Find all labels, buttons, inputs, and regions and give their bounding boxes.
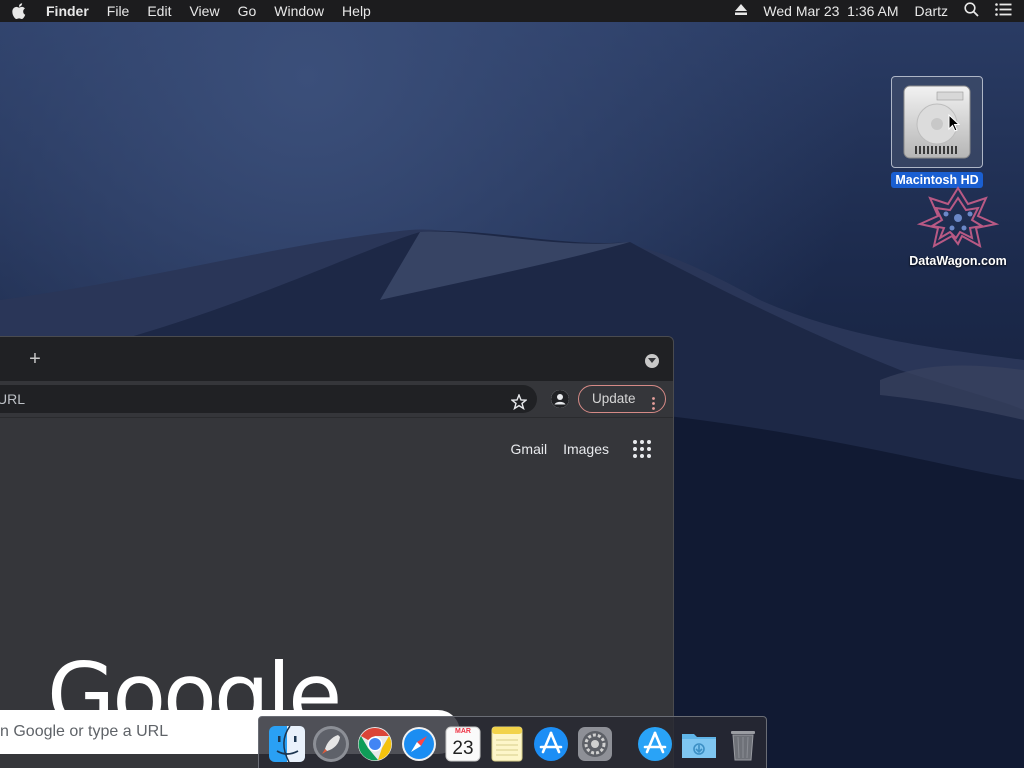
- google-apps-grid-icon[interactable]: [633, 440, 651, 458]
- system-preferences-icon[interactable]: [576, 725, 614, 763]
- chrome-icon[interactable]: [356, 725, 394, 763]
- menu-window[interactable]: Window: [274, 0, 324, 22]
- menubar-user[interactable]: Dartz: [915, 3, 948, 19]
- safari-icon[interactable]: [400, 725, 438, 763]
- notification-center-icon[interactable]: [995, 3, 1012, 19]
- bookmark-star-icon[interactable]: [510, 391, 528, 411]
- menu-edit[interactable]: Edit: [147, 0, 171, 22]
- notes-icon[interactable]: [488, 725, 526, 763]
- calendar-icon[interactable]: MAR 23: [444, 725, 482, 763]
- desktop-icon-label: DataWagon.com: [909, 254, 1007, 268]
- menu-bar: Finder File Edit View Go Window Help Wed…: [0, 0, 1024, 22]
- menu-go[interactable]: Go: [238, 0, 257, 22]
- menu-help[interactable]: Help: [342, 0, 371, 22]
- desktop-icon-macintosh-hd[interactable]: Macintosh HD: [886, 76, 988, 188]
- browser-toolbar: URL Update: [0, 381, 673, 417]
- eject-icon[interactable]: [735, 4, 748, 18]
- mouse-pointer-icon: [948, 113, 961, 137]
- menu-view[interactable]: View: [189, 0, 219, 22]
- spotlight-search-icon[interactable]: [964, 2, 979, 20]
- more-vert-icon: [652, 393, 655, 410]
- search-placeholder: n Google or type a URL: [0, 723, 169, 740]
- new-tab-plus-icon[interactable]: +: [25, 349, 45, 369]
- tab-strip: +: [0, 337, 673, 381]
- address-bar[interactable]: URL: [0, 385, 537, 413]
- calendar-day: 23: [452, 738, 474, 759]
- profile-avatar-icon[interactable]: [551, 390, 569, 408]
- calendar-month: MAR: [455, 728, 471, 735]
- dock: MAR 23: [258, 716, 767, 768]
- apple-menu-icon[interactable]: [12, 2, 28, 20]
- desktop-icon-datawagon[interactable]: DataWagon.com: [895, 184, 1021, 268]
- tab-search-chevron-down-icon[interactable]: [645, 354, 659, 368]
- update-label: Update: [592, 391, 636, 406]
- chrome-window: + URL Update Gmail Images G: [0, 336, 674, 768]
- menu-file[interactable]: File: [107, 0, 130, 22]
- trash-icon[interactable]: [724, 725, 762, 763]
- ntp-top-links: Gmail Images: [495, 440, 651, 458]
- chrome-update-button[interactable]: Update: [578, 385, 666, 413]
- app-store-download-icon[interactable]: [636, 725, 674, 763]
- app-store-icon[interactable]: [532, 725, 570, 763]
- downloads-folder-icon[interactable]: [680, 725, 718, 763]
- datawagon-logo-icon: [895, 184, 1021, 248]
- gmail-link[interactable]: Gmail: [511, 441, 548, 457]
- finder-icon[interactable]: [268, 725, 306, 763]
- hard-drive-icon: [891, 76, 983, 168]
- launchpad-icon[interactable]: [312, 725, 350, 763]
- menubar-clock[interactable]: Wed Mar 23 1:36 AM: [763, 3, 898, 19]
- images-link[interactable]: Images: [563, 441, 609, 457]
- menu-app-name[interactable]: Finder: [46, 0, 89, 22]
- address-bar-text: URL: [0, 391, 26, 407]
